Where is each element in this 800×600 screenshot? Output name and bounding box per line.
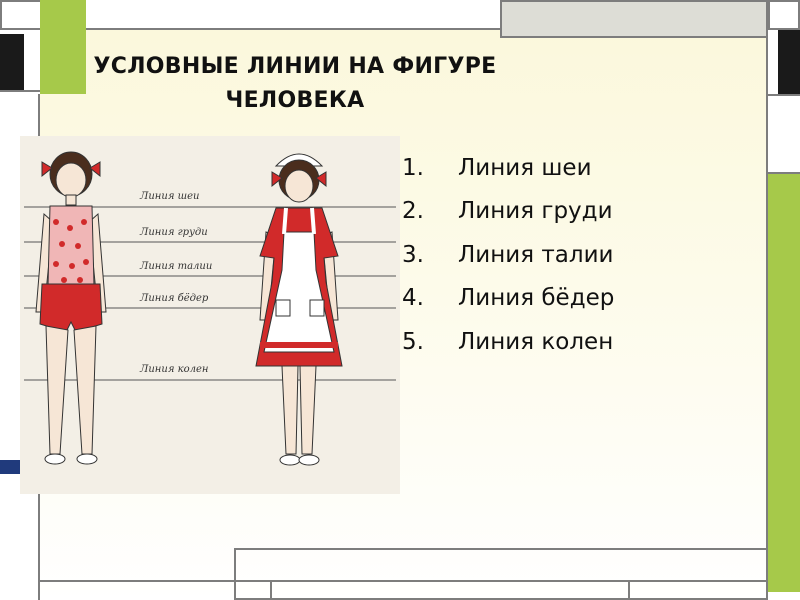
left-figure-leg-left xyxy=(45,325,69,455)
illustration-svg: Линия шеи Линия груди Линия талии Линия … xyxy=(24,151,396,466)
dark-block-top-left xyxy=(0,34,24,90)
list-item: 5. Линия колен xyxy=(402,320,614,364)
figure-label-waist: Линия талии xyxy=(139,261,212,272)
figure-label-neck: Линия шеи xyxy=(139,191,199,202)
body-lines-list: 1. Линия шеи 2. Линия груди 3. Линия тал… xyxy=(402,146,614,364)
frame-line-right-upper xyxy=(768,94,800,96)
list-item: 2. Линия груди xyxy=(402,190,614,234)
list-item: 3. Линия талии xyxy=(402,233,614,277)
list-item: 4. Линия бёдер xyxy=(402,277,614,321)
figure-label-hips: Линия бёдер xyxy=(139,293,209,304)
dark-block-right xyxy=(778,30,800,94)
right-figure-apron-pocket-left xyxy=(275,299,291,317)
slide-title: УСЛОВНЫЕ ЛИНИИ НА ФИГУРЕ ЧЕЛОВЕКА xyxy=(40,50,550,118)
right-figure-apron-strap-right xyxy=(310,207,316,235)
list-item-text: Линия груди xyxy=(458,198,613,225)
left-figure-top xyxy=(47,205,95,287)
list-item-number: 1. xyxy=(402,154,424,181)
left-figure-shorts xyxy=(39,283,103,333)
left-figure xyxy=(35,151,107,465)
list-item-number: 5. xyxy=(402,328,424,355)
list-item: 1. Линия шеи xyxy=(402,146,614,190)
right-figure-apron-strap-left xyxy=(282,207,288,235)
right-figure-shoe-left xyxy=(279,454,301,466)
list-item-number: 3. xyxy=(402,241,424,268)
left-figure-neck xyxy=(65,194,77,206)
right-figure-shoe-right xyxy=(298,454,320,466)
green-block-right xyxy=(768,172,800,592)
gray-panel-top-right xyxy=(500,0,768,38)
right-figure-leg-right xyxy=(299,365,317,455)
frame-line-left-top xyxy=(0,90,40,92)
right-figure-apron-pocket-right xyxy=(309,299,325,317)
left-figure-leg-right xyxy=(73,325,97,455)
list-item-text: Линия шеи xyxy=(458,154,592,181)
list-item-text: Линия колен xyxy=(458,328,614,355)
right-figure-leg-left xyxy=(281,365,299,455)
right-figure-face xyxy=(284,169,314,203)
body-lines-illustration: Линия шеи Линия груди Линия талии Линия … xyxy=(20,136,400,494)
left-figure-face xyxy=(55,162,87,198)
list-item-text: Линия талии xyxy=(458,241,614,268)
square-right-top xyxy=(768,0,800,30)
figure-label-knees: Линия колен xyxy=(139,364,208,375)
list-item-number: 2. xyxy=(402,198,424,225)
slide-title-line-1: УСЛОВНЫЕ ЛИНИИ НА ФИГУРЕ xyxy=(93,54,497,79)
left-figure-shoe-left xyxy=(44,453,66,465)
frame-line-right-lower xyxy=(768,172,800,174)
right-figure-apron-trim xyxy=(260,342,338,348)
bottom-panel-inner xyxy=(270,580,630,600)
right-figure xyxy=(255,153,343,466)
blue-strip-left xyxy=(0,460,20,474)
left-figure-shoe-right xyxy=(76,453,98,465)
figure-label-chest: Линия груди xyxy=(139,227,208,238)
list-item-number: 4. xyxy=(402,285,424,312)
list-item-text: Линия бёдер xyxy=(458,285,615,312)
slide-title-line-2: ЧЕЛОВЕКА xyxy=(225,88,365,113)
